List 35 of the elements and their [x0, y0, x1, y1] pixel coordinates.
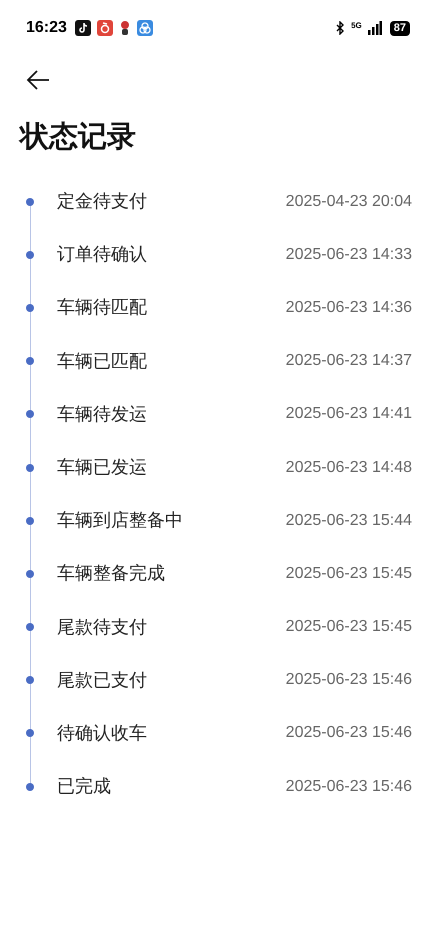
- status-label: 车辆到店整备中: [57, 509, 183, 532]
- status-time: 2025-06-23 14:41: [286, 404, 412, 424]
- status-label: 车辆待匹配: [57, 296, 147, 320]
- status-label: 车辆待发运: [57, 402, 147, 426]
- bluetooth-icon: [336, 21, 346, 35]
- rings-app-icon: [136, 20, 153, 36]
- status-label: 定金待支付: [57, 190, 147, 214]
- status-label: 车辆整备完成: [57, 562, 165, 586]
- status-time: 2025-06-23 14:33: [286, 244, 412, 265]
- status-time: 2025-06-23 14:37: [286, 351, 412, 372]
- page-title: 状态记录: [18, 120, 137, 156]
- swirl-app-icon: [96, 20, 113, 36]
- status-time: 2025-06-23 15:45: [286, 617, 412, 638]
- status-time: 2025-06-23 15:45: [286, 564, 412, 584]
- signal-icon: [368, 21, 382, 35]
- status-label: 待确认收车: [57, 722, 147, 745]
- status-label: 车辆已发运: [57, 456, 147, 480]
- status-label: 车辆已匹配: [57, 350, 147, 373]
- status-time: 2025-06-23 15:44: [286, 510, 412, 531]
- status-label: 已完成: [57, 775, 111, 798]
- back-arrow-icon: [26, 70, 50, 90]
- note-app-icon: [74, 20, 91, 36]
- status-time: 2025-06-23 14:36: [286, 298, 412, 318]
- status-time: 16:23: [26, 18, 67, 38]
- figure-app-icon: [118, 20, 131, 36]
- status-label: 尾款待支付: [57, 616, 147, 639]
- status-time: 2025-06-23 15:46: [286, 776, 412, 797]
- network-label: 5G: [351, 22, 362, 30]
- status-time: 2025-04-23 20:04: [286, 192, 412, 212]
- battery-indicator: 87: [390, 20, 410, 36]
- status-label: 尾款已支付: [57, 668, 147, 692]
- status-time: 2025-06-23 15:46: [286, 670, 412, 690]
- status-label: 订单待确认: [57, 243, 147, 266]
- status-time: 2025-06-23 15:46: [286, 723, 412, 744]
- status-time: 2025-06-23 14:48: [286, 458, 412, 478]
